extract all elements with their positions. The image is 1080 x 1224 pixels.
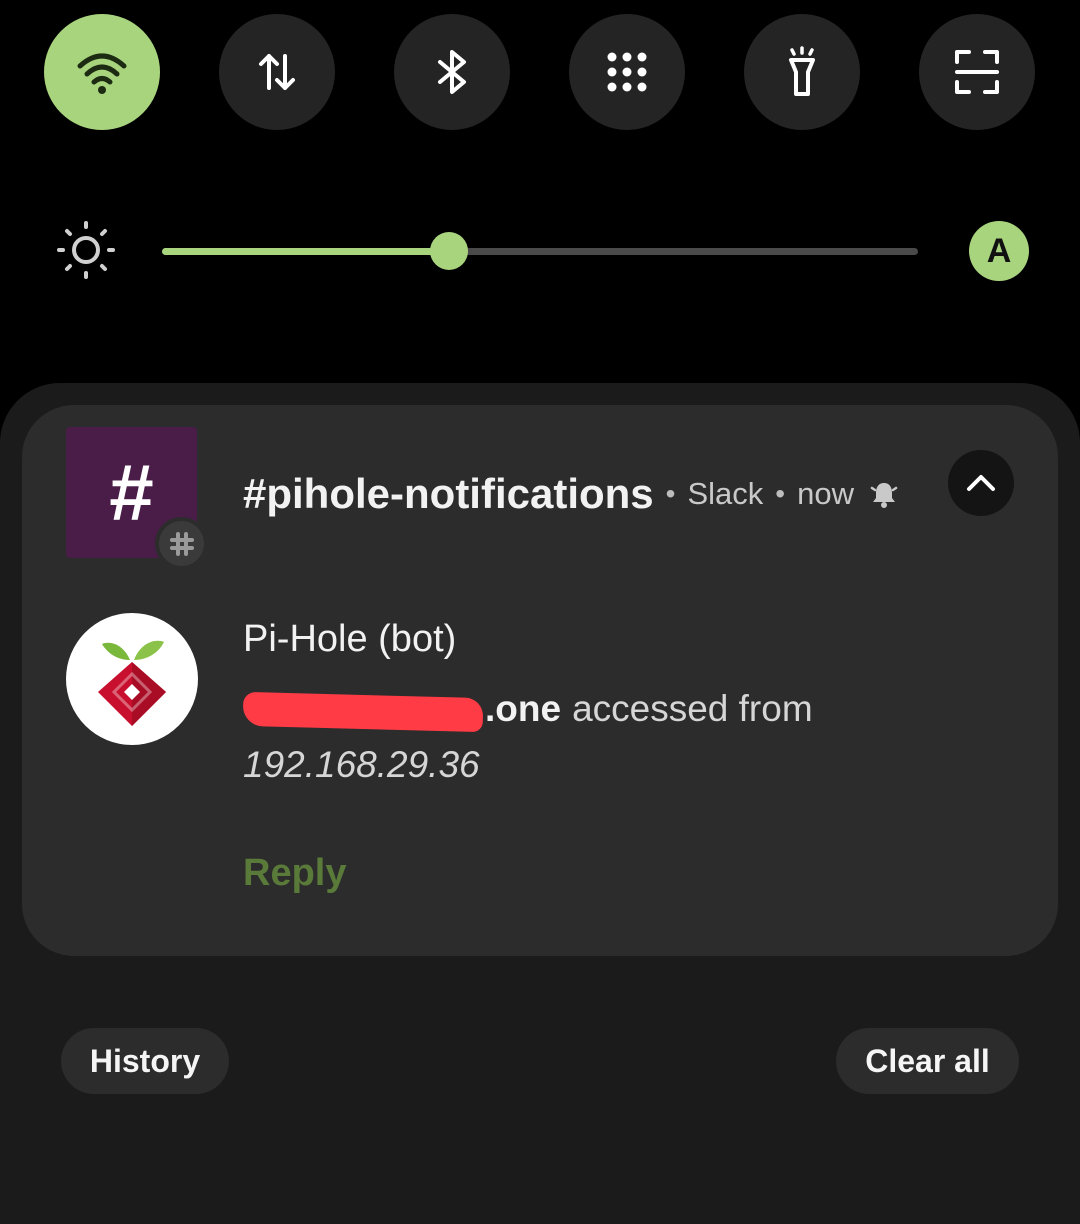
apps-grid-toggle[interactable]: [569, 14, 685, 130]
message-domain: .one: [485, 688, 562, 729]
flashlight-toggle[interactable]: [744, 14, 860, 130]
sender-name: Pi-Hole (bot): [243, 618, 457, 660]
wifi-icon: [77, 53, 127, 94]
quick-settings-row: [0, 14, 1080, 130]
bluetooth-icon: [438, 50, 466, 94]
flashlight-icon: [789, 46, 815, 96]
qr-scan-icon: [955, 50, 999, 94]
notification-time: now: [797, 476, 854, 511]
brightness-row: A: [0, 220, 1080, 282]
app-name: Slack: [687, 476, 764, 511]
brightness-icon: [57, 221, 115, 279]
redaction-mark: [242, 691, 484, 733]
brightness-slider[interactable]: [162, 232, 918, 270]
collapse-button[interactable]: [948, 450, 1014, 516]
message-text: accessed from: [572, 688, 813, 729]
slack-app-badge: [155, 517, 208, 570]
mobile-data-icon: [259, 54, 295, 90]
header-separator: •: [775, 478, 786, 509]
message-ip: 192.168.29.36: [243, 744, 480, 785]
wifi-toggle[interactable]: [44, 14, 160, 130]
bluetooth-toggle[interactable]: [394, 14, 510, 130]
brightness-slider-thumb[interactable]: [430, 232, 469, 270]
qr-scan-toggle[interactable]: [919, 14, 1035, 130]
pihole-logo-icon: [98, 640, 166, 726]
message-body: .one accessed from: [242, 688, 813, 733]
reply-button[interactable]: Reply: [243, 852, 346, 895]
chevron-up-icon: [967, 475, 995, 491]
auto-brightness-button[interactable]: A: [969, 221, 1029, 281]
header-separator: •: [665, 478, 676, 509]
bot-avatar: [66, 613, 198, 745]
channel-name: #pihole-notifications: [243, 470, 654, 517]
mobile-data-toggle[interactable]: [219, 14, 335, 130]
alert-bell-icon: [870, 483, 898, 508]
slack-icon: [169, 531, 194, 556]
brightness-slider-fill: [162, 248, 450, 255]
apps-grid-icon: [607, 52, 647, 92]
notification-header: #pihole-notifications • Slack • now: [243, 466, 900, 522]
history-button[interactable]: History: [61, 1028, 229, 1094]
clear-all-button[interactable]: Clear all: [836, 1028, 1019, 1094]
